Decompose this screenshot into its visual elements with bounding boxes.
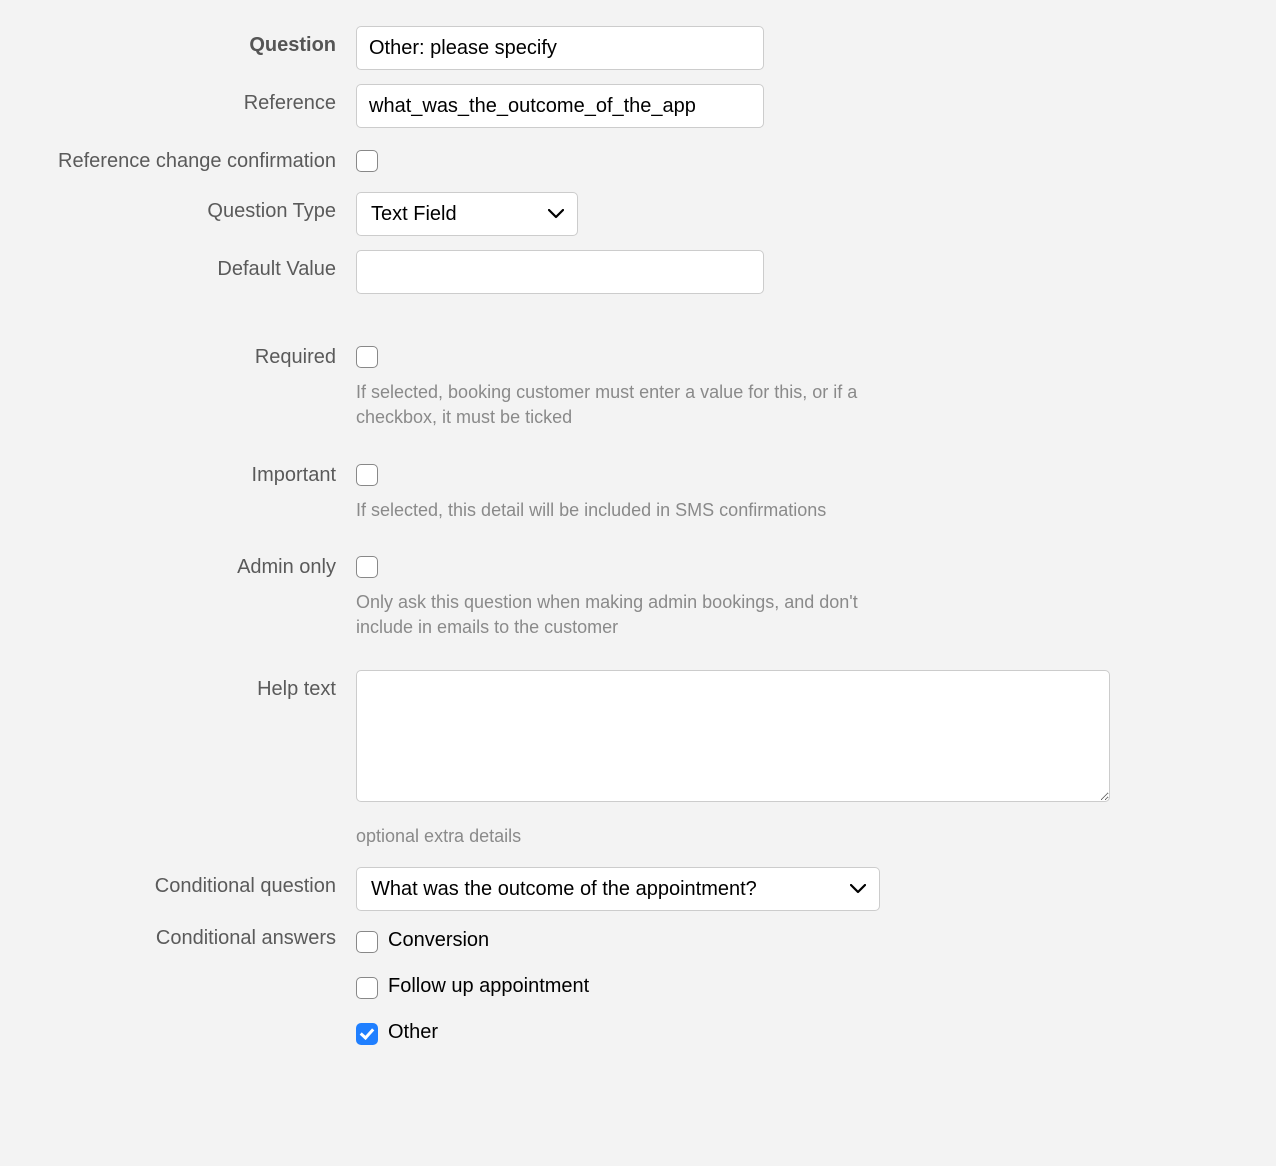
- conditional-answer-label: Follow up appointment: [388, 975, 589, 998]
- required-help-text: If selected, booking customer must enter…: [356, 380, 876, 430]
- reference-change-confirmation-label: Reference change confirmation: [40, 142, 356, 173]
- question-input[interactable]: [356, 26, 764, 70]
- default-value-input[interactable]: [356, 250, 764, 294]
- conditional-answer-item: Other: [356, 1021, 1236, 1045]
- question-label: Question: [40, 26, 356, 57]
- important-label: Important: [40, 456, 356, 487]
- help-text-label: Help text: [40, 670, 356, 701]
- default-value-label: Default Value: [40, 250, 356, 281]
- help-text-textarea[interactable]: [356, 670, 1110, 802]
- required-label: Required: [40, 338, 356, 369]
- required-checkbox[interactable]: [356, 346, 378, 368]
- question-type-label: Question Type: [40, 192, 356, 223]
- conditional-answer-checkbox[interactable]: [356, 1023, 378, 1045]
- conditional-answer-label: Other: [388, 1021, 438, 1044]
- reference-input[interactable]: [356, 84, 764, 128]
- optional-extra-details-text: optional extra details: [356, 824, 876, 849]
- reference-change-confirmation-checkbox[interactable]: [356, 150, 378, 172]
- conditional-question-select[interactable]: What was the outcome of the appointment?: [356, 867, 880, 911]
- conditional-question-label: Conditional question: [40, 867, 356, 898]
- question-type-select[interactable]: Text Field: [356, 192, 578, 236]
- conditional-answers-list: Conversion Follow up appointment Other: [356, 925, 1236, 1045]
- admin-only-label: Admin only: [40, 548, 356, 579]
- important-checkbox[interactable]: [356, 464, 378, 486]
- conditional-answer-checkbox[interactable]: [356, 977, 378, 999]
- conditional-answer-checkbox[interactable]: [356, 931, 378, 953]
- admin-only-help-text: Only ask this question when making admin…: [356, 590, 876, 640]
- conditional-answers-label: Conditional answers: [40, 925, 356, 950]
- conditional-answer-item: Follow up appointment: [356, 975, 1236, 999]
- important-help-text: If selected, this detail will be include…: [356, 498, 876, 523]
- conditional-answer-item: Conversion: [356, 929, 1236, 953]
- reference-label: Reference: [40, 84, 356, 115]
- conditional-answer-label: Conversion: [388, 929, 489, 952]
- admin-only-checkbox[interactable]: [356, 556, 378, 578]
